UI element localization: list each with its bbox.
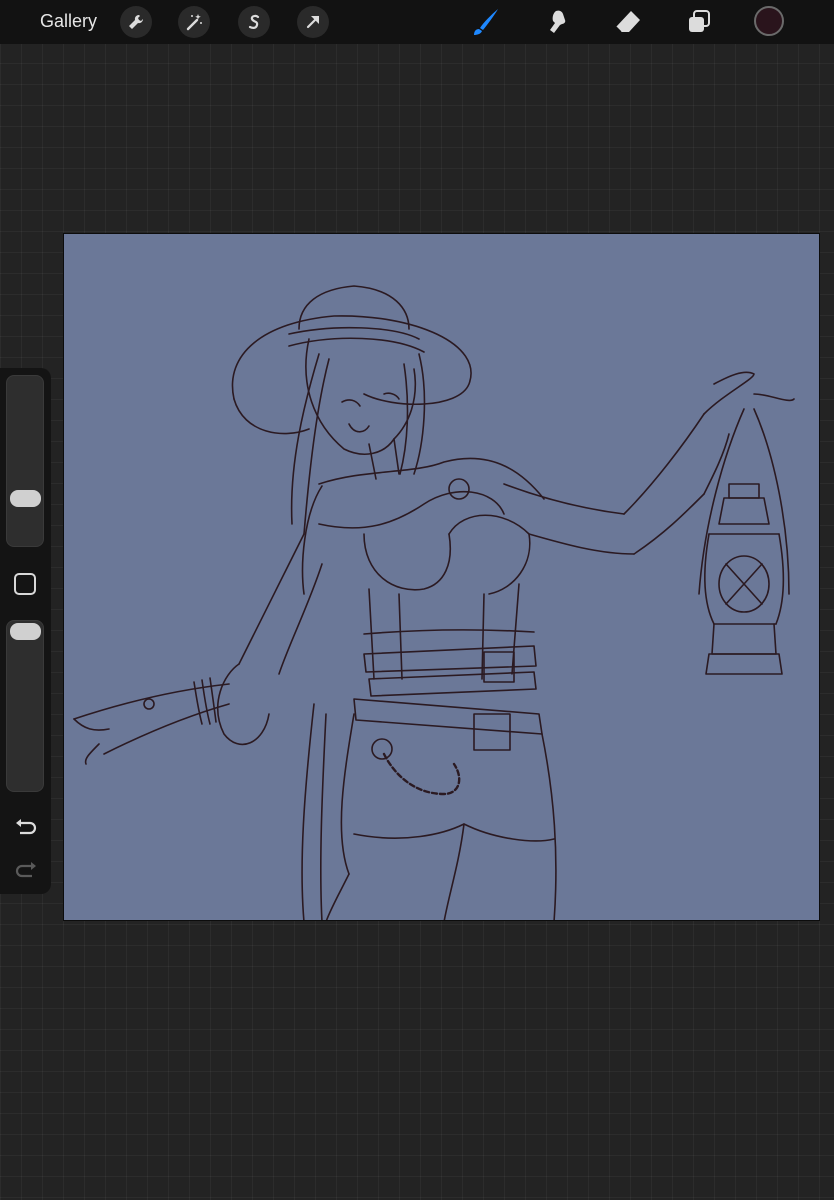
- gallery-button[interactable]: Gallery: [40, 11, 97, 32]
- left-sidebar: [0, 368, 51, 894]
- drawing-canvas[interactable]: [63, 233, 820, 921]
- modify-square-icon[interactable]: [14, 573, 36, 595]
- layers-icon[interactable]: [683, 6, 715, 38]
- smudge-icon[interactable]: [541, 6, 573, 38]
- brush-icon[interactable]: [470, 6, 502, 38]
- opacity-slider[interactable]: [6, 620, 44, 792]
- opacity-thumb[interactable]: [10, 623, 41, 640]
- brush-size-thumb[interactable]: [10, 489, 41, 507]
- wrench-icon[interactable]: [120, 6, 152, 38]
- brush-size-slider[interactable]: [6, 375, 44, 547]
- eraser-icon[interactable]: [612, 6, 644, 38]
- top-toolbar: Gallery: [0, 0, 834, 44]
- transform-arrow-icon[interactable]: [297, 6, 329, 38]
- selection-s-icon[interactable]: [238, 6, 270, 38]
- magic-wand-icon[interactable]: [178, 6, 210, 38]
- line-art-illustration: [73, 285, 795, 920]
- redo-icon[interactable]: [13, 859, 39, 881]
- color-swatch[interactable]: [754, 6, 784, 36]
- undo-icon[interactable]: [13, 816, 39, 838]
